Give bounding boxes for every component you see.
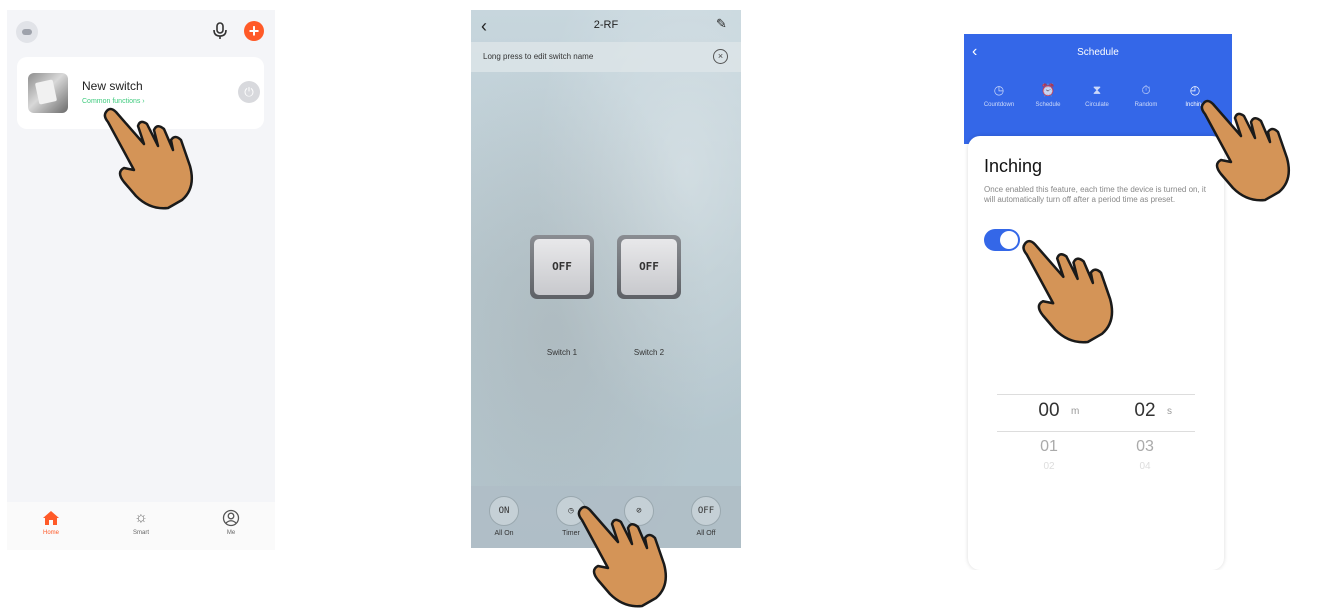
tap-hand-icon [103,107,193,210]
tab-me-label: Me [226,530,236,536]
minute-selected[interactable]: 00 [1019,400,1079,422]
schedule-header: ‹ Schedule ◷ Countdown ⏰ Schedule ⧗ Circ… [964,34,1232,144]
tap-hand-icon [577,505,667,608]
all-off-glyph: OFF [691,496,721,526]
mode-countdown[interactable]: ◷ Countdown [974,82,1024,108]
mode-schedule[interactable]: ⏰ Schedule [1023,82,1073,108]
switch-2-label: Switch 2 [633,348,665,357]
all-on-button[interactable]: ON All On [489,496,519,537]
mode-random[interactable]: ⏱ Random [1121,82,1171,108]
mode-countdown-label: Countdown [983,102,1015,108]
clock-icon: ◷ [993,83,1005,97]
switch-1-state: OFF [534,239,590,295]
all-on-glyph: ON [489,496,519,526]
device-thumbnail [28,73,68,113]
tab-home[interactable]: Home [21,508,81,536]
time-picker[interactable]: 00 m 02 s 01 03 02 04 [997,394,1195,474]
second-selected[interactable]: 02 [1115,400,1175,422]
page-title: 2-RF [593,19,619,31]
alarm-icon: ⏰ [1040,83,1056,97]
mode-random-label: Random [1134,102,1158,108]
switch-1-button[interactable]: OFF [530,235,594,299]
tap-hand-icon [1022,239,1114,344]
tab-me[interactable]: Me [201,508,261,536]
mode-circulate-label: Circulate [1085,102,1109,108]
home-icon [43,511,59,525]
tab-home-label: Home [42,530,59,536]
tab-smart[interactable]: ☼ Smart [111,508,171,536]
minute-unit: m [1071,406,1080,417]
stopwatch-icon: ⏱ [1141,83,1151,97]
minute-option[interactable]: 02 [1019,461,1079,472]
all-off-button[interactable]: OFF All Off [691,496,721,537]
home-screen: + New switch Common functions › ⏻ Home ☼… [7,10,275,550]
close-icon[interactable]: × [713,49,728,64]
hint-text: Long press to edit switch name [483,52,594,61]
second-option[interactable]: 03 [1115,438,1175,456]
inching-panel: Inching Once enabled this feature, each … [968,136,1224,570]
cloud-icon[interactable] [16,21,38,43]
switch-2-state: OFF [621,239,677,295]
tab-smart-label: Smart [132,530,149,536]
all-on-label: All On [494,530,514,537]
edit-pencil-icon[interactable]: ✎ [716,16,727,32]
picker-divider-top [997,394,1195,395]
panel-title: Inching [984,156,1043,176]
tap-hand-icon [1200,99,1290,202]
background-photo [471,10,741,548]
microphone-icon[interactable] [211,21,229,41]
bottom-tab-bar: Home ☼ Smart Me [7,502,275,550]
mode-schedule-label: Schedule [1035,102,1061,108]
power-icon[interactable]: ⏻ [238,81,260,103]
switch-control-screen: ‹ 2-RF ✎ Long press to edit switch name … [471,10,741,548]
sun-icon: ☼ [134,509,148,526]
switch-header: ‹ 2-RF ✎ [471,10,741,42]
all-off-label: All Off [696,530,716,537]
home-top-bar: + [7,10,275,50]
switch-1-label: Switch 1 [546,348,578,357]
switch-2-button[interactable]: OFF [617,235,681,299]
second-option[interactable]: 04 [1115,461,1175,472]
picker-divider-bottom [997,431,1195,432]
minute-option[interactable]: 01 [1019,438,1079,456]
second-unit: s [1167,406,1172,417]
add-device-button[interactable]: + [244,21,264,41]
mode-circulate[interactable]: ⧗ Circulate [1072,82,1122,108]
edit-name-hint-bar: Long press to edit switch name × [471,42,741,72]
page-title: Schedule [1077,47,1119,58]
device-name: New switch [82,79,143,93]
panel-description: Once enabled this feature, each time the… [984,185,1206,204]
user-icon [222,509,240,527]
hourglass-icon: ⧗ [1092,83,1102,97]
